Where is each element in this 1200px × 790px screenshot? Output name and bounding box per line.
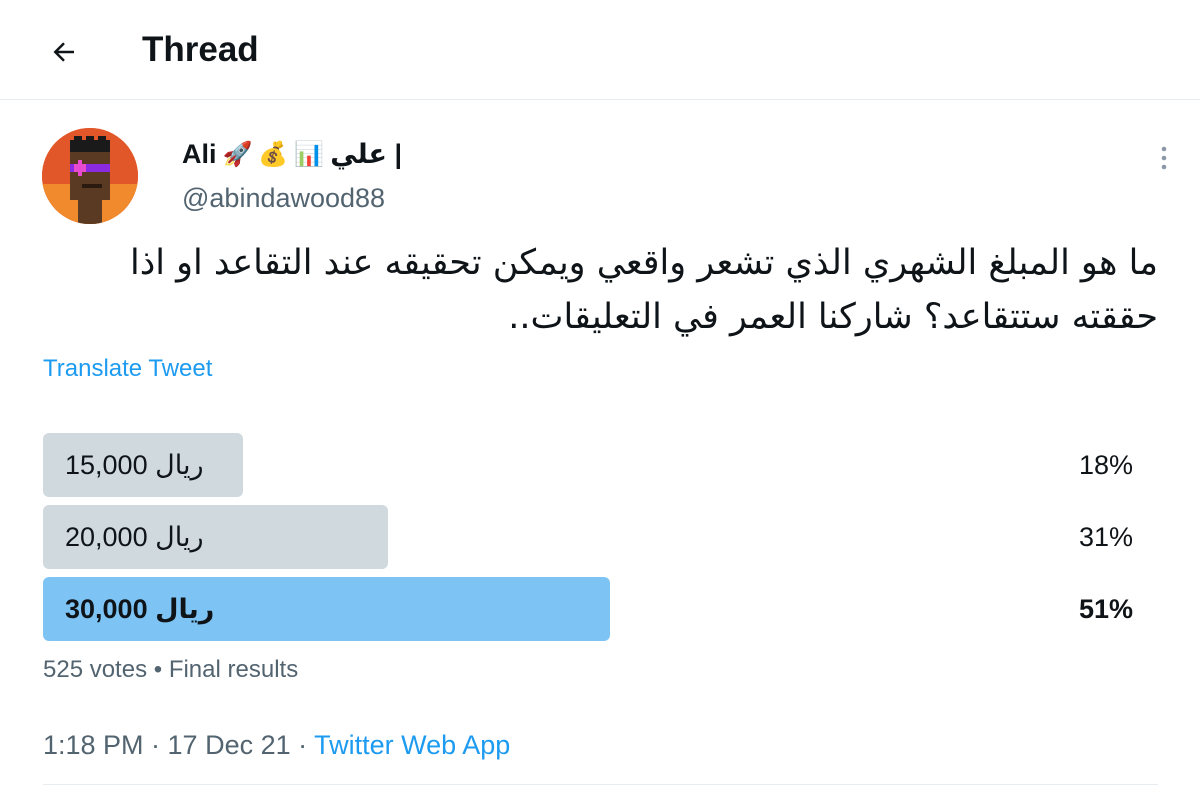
poll-option: 15,000 ريال 18% bbox=[43, 433, 1159, 497]
pixel-punk-avatar-icon bbox=[42, 128, 138, 224]
author-name-arabic: | علي bbox=[330, 139, 403, 169]
page-title: Thread bbox=[142, 30, 259, 69]
bar-chart-icon: 📊 bbox=[294, 140, 325, 168]
author-handle[interactable]: @abindawood88 bbox=[182, 180, 385, 216]
author-name[interactable]: Ali 🚀 💰 📊 | علي bbox=[182, 136, 402, 172]
poll-option-label: 30,000 ريال bbox=[65, 594, 215, 624]
arrow-left-icon bbox=[53, 42, 74, 62]
poll-option: 20,000 ريال 31% bbox=[43, 505, 1159, 569]
poll-option-percent: 18% bbox=[1078, 450, 1133, 480]
poll-results-meta: 525 votes • Final results bbox=[43, 656, 299, 683]
tweet-time[interactable]: 1:18 PM · 17 Dec 21 · bbox=[43, 730, 314, 760]
more-vertical-icon bbox=[1161, 146, 1167, 170]
tweet-timestamp: 1:18 PM · 17 Dec 21 · Twitter Web App bbox=[43, 727, 510, 763]
divider bbox=[43, 784, 1158, 785]
tweet-text: ما هو المبلغ الشهري الذي تشعر واقعي ويمك… bbox=[129, 243, 1158, 337]
tweet-source-link[interactable]: Twitter Web App bbox=[314, 730, 510, 760]
poll-option-label: 15,000 ريال bbox=[65, 450, 204, 480]
translate-tweet-link[interactable]: Translate Tweet bbox=[43, 352, 212, 386]
poll-option-percent: 31% bbox=[1078, 522, 1133, 552]
poll-option-percent: 51% bbox=[1078, 594, 1133, 624]
rocket-icon: 🚀 bbox=[222, 140, 253, 168]
thread-header: Thread bbox=[0, 0, 1200, 100]
more-options-button[interactable] bbox=[1140, 138, 1188, 178]
poll-option: 30,000 ريال 51% bbox=[43, 577, 1159, 641]
avatar[interactable] bbox=[42, 128, 138, 224]
poll-option-label: 20,000 ريال bbox=[65, 522, 204, 552]
money-bag-icon: 💰 bbox=[258, 140, 289, 168]
back-button[interactable] bbox=[40, 28, 88, 76]
author-name-text: Ali bbox=[182, 139, 217, 169]
